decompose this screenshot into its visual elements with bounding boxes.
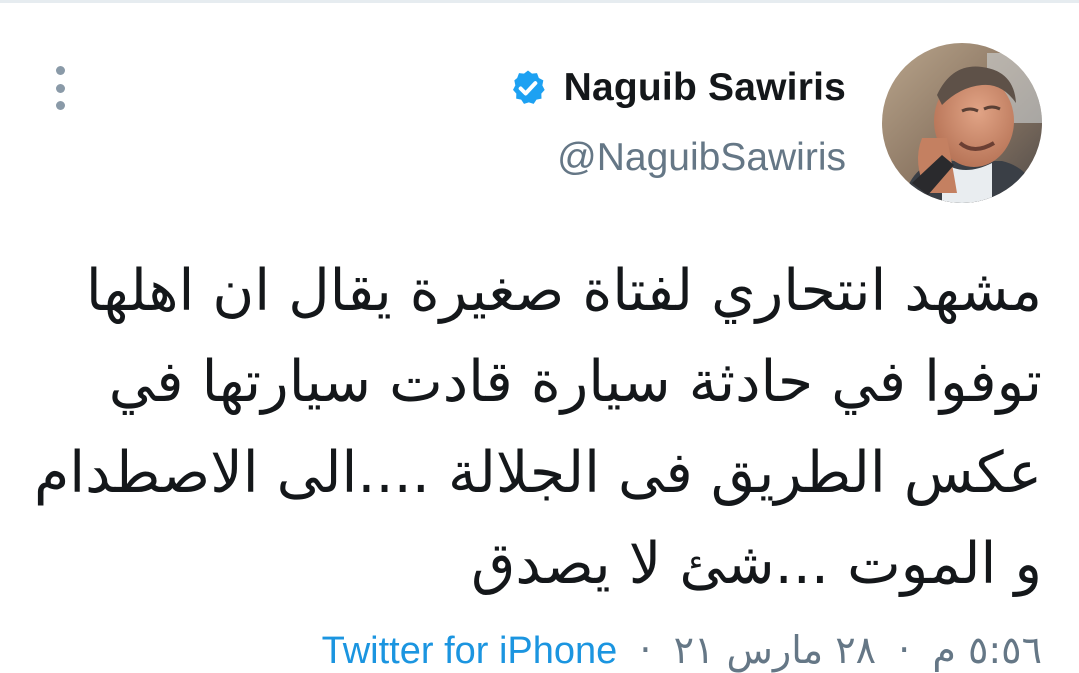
author-display-name: Naguib Sawiris (563, 66, 846, 109)
menu-dot (55, 101, 65, 110)
tweet-source-link[interactable]: Twitter for iPhone (322, 630, 618, 672)
meta-separator: · (639, 628, 652, 672)
tweet-time: ٥:٥٦ م (932, 628, 1042, 672)
more-options-icon[interactable] (50, 66, 70, 110)
menu-dot (55, 83, 65, 93)
profile-photo (882, 43, 1042, 203)
verified-badge-icon (512, 70, 545, 104)
author-avatar[interactable] (882, 43, 1042, 203)
author-name-row[interactable]: Naguib Sawiris (508, 58, 846, 118)
tweet-meta: ٥:٥٦ م · ٢٨ مارس ٢١ · Twitter for iPhone (322, 628, 1042, 673)
tweet-text-line: مشهد انتحاري لفتاة صغيرة يقال ان اهلها (85, 258, 1042, 324)
author-handle[interactable]: @NaguibSawiris (557, 136, 846, 180)
menu-dot (55, 66, 65, 75)
meta-separator: · (898, 628, 911, 672)
tweet-date: ٢٨ مارس ٢١ (673, 628, 877, 672)
tweet-text-line: و الموت ...شئ لا يصدق (471, 531, 1042, 597)
top-divider (0, 0, 1079, 3)
tweet-text-line: عكس الطريق فى الجلالة ....الى الاصطدام (34, 440, 1042, 506)
tweet-text-line: توفوا في حادثة سيارة قادت سيارتها في (108, 349, 1042, 415)
tweet-text: مشهد انتحاري لفتاة صغيرة يقال ان اهلها ت… (34, 246, 1042, 610)
